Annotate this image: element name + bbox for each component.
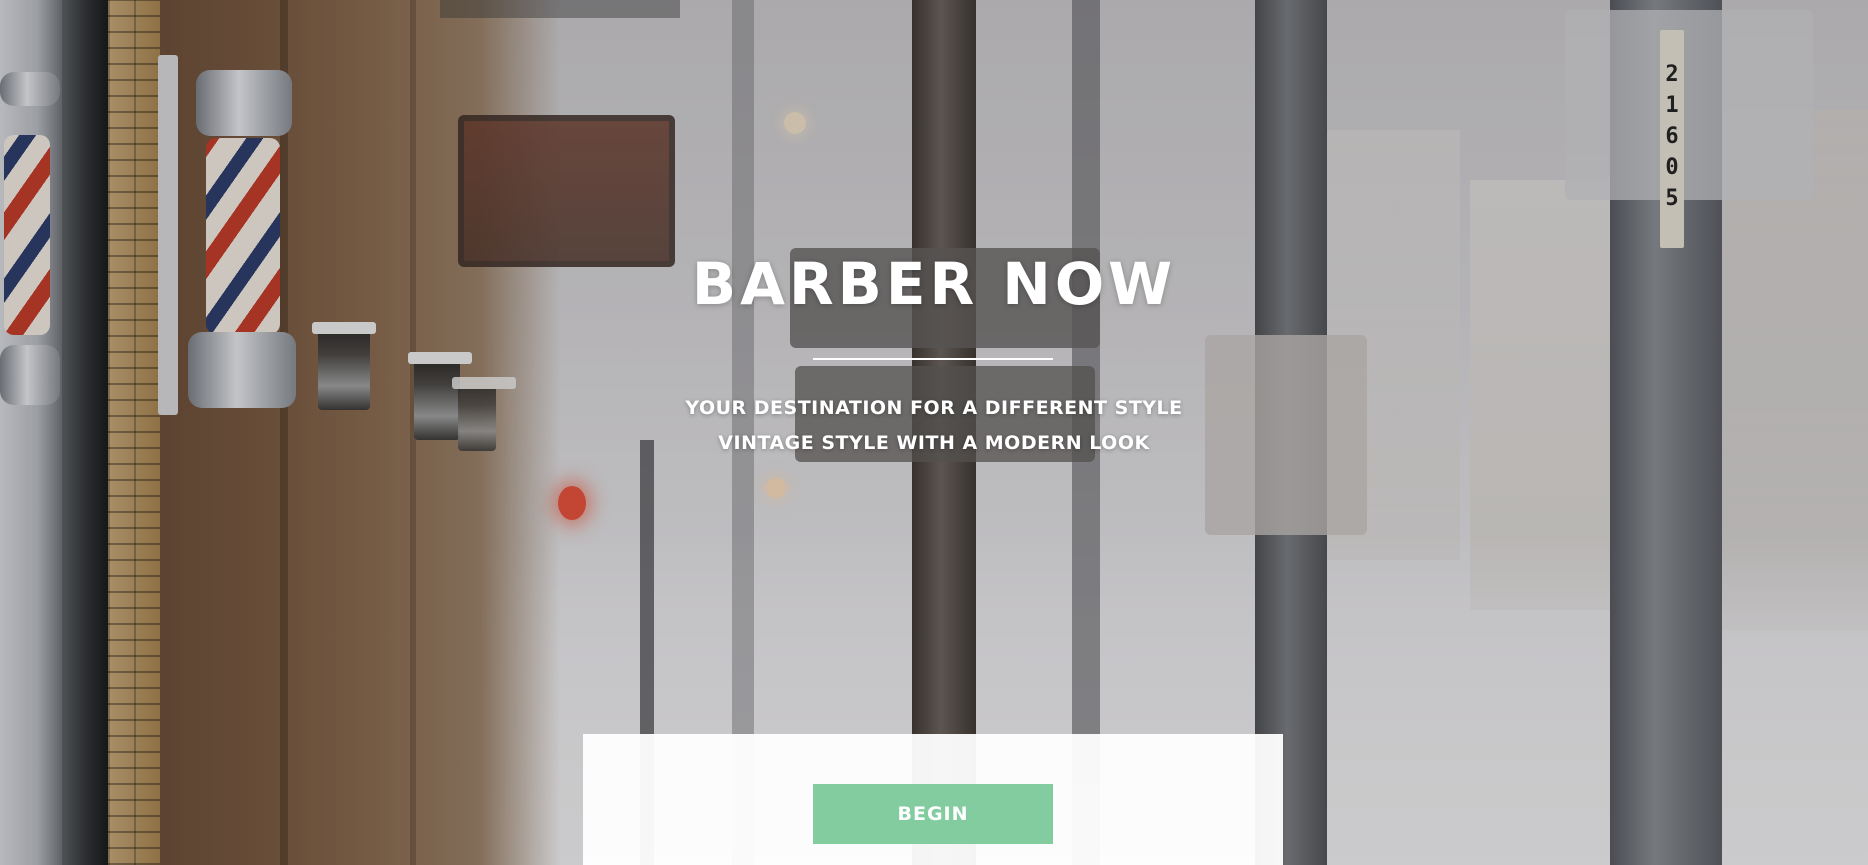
title-divider: [813, 358, 1053, 360]
begin-button[interactable]: BEGIN: [813, 784, 1053, 844]
hero-subtitle-line1: YOUR DESTINATION FOR A DIFFERENT STYLE: [685, 397, 1183, 419]
hero-title: BARBER NOW: [691, 250, 1177, 318]
hero-subtitle-line2: VINTAGE STYLE WITH A MODERN LOOK: [718, 432, 1150, 454]
